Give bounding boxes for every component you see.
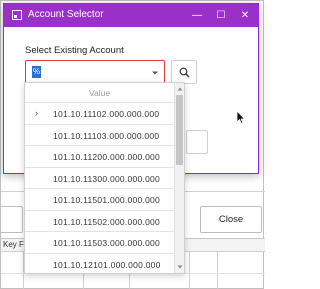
account-value: 101.10.12101.000.000.000 — [53, 259, 161, 270]
minimize-button[interactable]: — — [186, 4, 208, 27]
dropdown-scrollbar[interactable] — [174, 83, 184, 273]
dropdown-header-label: Value — [88, 88, 111, 98]
list-item[interactable]: 101.10.11503.000.000.000 — [25, 232, 174, 254]
background-close-button[interactable]: Close — [200, 206, 262, 233]
list-item[interactable]: 101.10.11200.000.000.000 — [25, 146, 174, 168]
row-indicator-icon: › — [35, 108, 38, 118]
close-window-button[interactable]: ✕ — [234, 4, 256, 27]
list-item[interactable]: 101.10.11501.000.000.000 — [25, 189, 174, 211]
account-value: 101.10.11503.000.000.000 — [53, 238, 160, 248]
background-left-button[interactable] — [1, 206, 23, 233]
list-item[interactable]: 101.10.11502.000.000.000 — [25, 211, 174, 232]
mouse-pointer-icon — [236, 110, 246, 125]
account-value: 101.10.11502.000.000.000 — [53, 216, 160, 227]
dropdown-rows: › 101.10.11102.000.000.000 101.10.11103.… — [25, 103, 174, 274]
list-item[interactable]: 101.10.12101.000.000.000 — [25, 254, 174, 274]
list-item[interactable]: 101.10.11103.000.000.000 — [25, 125, 174, 146]
select-account-label: Select Existing Account — [25, 45, 124, 56]
list-item[interactable]: › 101.10.11102.000.000.000 — [25, 103, 174, 125]
dropdown-column-header: Value — [25, 83, 174, 103]
scrollbar-thumb[interactable] — [176, 95, 183, 165]
account-dropdown-list[interactable]: Value › 101.10.11102.000.000.000 101.10.… — [24, 82, 185, 274]
grid-column-divider — [217, 252, 218, 289]
maximize-button[interactable]: ☐ — [210, 4, 232, 27]
background-grid-header-label: Key Fl — [3, 240, 26, 249]
search-icon — [179, 67, 190, 78]
app-icon — [12, 10, 22, 20]
dialog-button[interactable] — [186, 130, 208, 154]
dropdown-caret-icon[interactable] — [150, 68, 160, 78]
list-item[interactable]: 101.10.11300.000.000.000 — [25, 168, 174, 189]
account-value: 101.10.11103.000.000.000 — [53, 130, 160, 141]
scroll-up-icon[interactable] — [177, 86, 183, 92]
scroll-down-icon[interactable] — [177, 264, 183, 270]
account-combobox[interactable]: % — [25, 60, 165, 84]
account-value: 101.10.11102.000.000.000 — [53, 109, 160, 119]
dialog-title: Account Selector — [28, 9, 104, 20]
account-input-value: % — [32, 66, 42, 78]
account-value: 101.10.11501.000.000.000 — [53, 195, 160, 205]
search-button[interactable] — [171, 60, 197, 84]
dialog-titlebar[interactable]: Account Selector — ☐ ✕ — [4, 4, 258, 27]
account-value: 101.10.11200.000.000.000 — [53, 152, 160, 162]
grid-column-divider — [189, 252, 190, 289]
account-value: 101.10.11300.000.000.000 — [53, 173, 160, 184]
